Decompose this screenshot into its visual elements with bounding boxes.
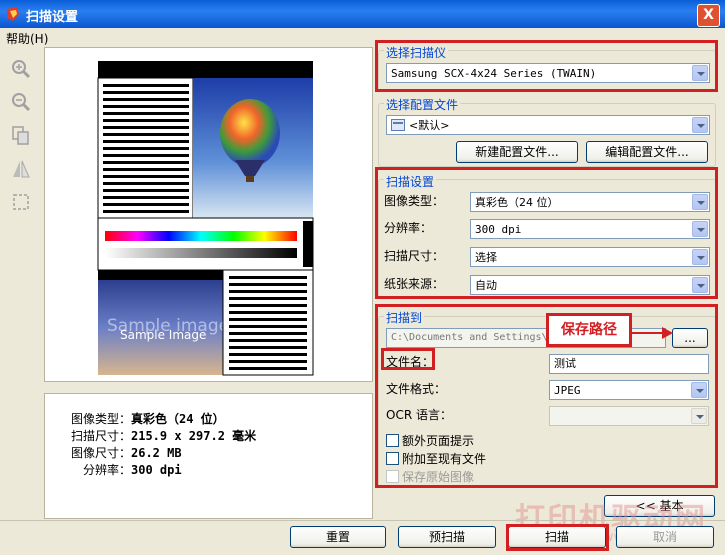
info-row-image-type: 图像类型：真彩色（24 位） xyxy=(45,410,225,427)
info-value: 215.9 x 297.2 毫米 xyxy=(131,429,257,443)
info-row-scan-size: 扫描尺寸：215.9 x 297.2 毫米 xyxy=(45,427,256,444)
profile-select[interactable]: <默认> xyxy=(386,115,710,135)
info-row-image-size: 图像尺寸：26.2 MB xyxy=(45,444,182,461)
reset-button[interactable]: 重置 xyxy=(290,526,386,548)
menu-help[interactable]: 帮助(H) xyxy=(6,30,48,47)
info-value: 300 dpi xyxy=(131,463,182,477)
info-label: 扫描尺寸： xyxy=(70,429,131,443)
window-title: 扫描设置 xyxy=(26,10,79,25)
select-area-icon[interactable] xyxy=(10,191,32,213)
info-value: 26.2 MB xyxy=(131,446,182,460)
scanner-app-icon xyxy=(7,7,19,21)
sample-image-text: Sample Image xyxy=(120,328,206,342)
profile-group-label: 选择配置文件 xyxy=(384,96,461,113)
image-info-panel: 图像类型：真彩色（24 位） 扫描尺寸：215.9 x 297.2 毫米 图像尺… xyxy=(44,393,373,519)
new-profile-button[interactable]: 新建配置文件... xyxy=(456,141,578,163)
highlight-scanner xyxy=(375,40,718,92)
title-bar: 扫描设置 X xyxy=(0,0,725,28)
close-button[interactable]: X xyxy=(697,4,720,27)
bottom-divider xyxy=(0,520,725,521)
chevron-down-icon[interactable] xyxy=(692,117,708,133)
profile-icon xyxy=(391,119,405,131)
highlight-scan-to xyxy=(375,304,718,488)
info-label: 图像类型： xyxy=(70,412,131,426)
info-label: 分辨率： xyxy=(82,463,131,477)
mirror-icon[interactable] xyxy=(10,158,32,180)
highlight-scan-settings xyxy=(375,167,718,299)
cancel-button[interactable]: 取消 xyxy=(616,526,714,548)
fit-page-icon[interactable] xyxy=(10,124,32,146)
preview-pane[interactable]: Sample image Sample Image xyxy=(44,47,373,382)
prescan-button[interactable]: 预扫描 xyxy=(398,526,496,548)
edit-profile-button[interactable]: 编辑配置文件... xyxy=(586,141,708,163)
highlight-scan-button xyxy=(506,524,609,551)
sample-page-image: Sample image Sample Image xyxy=(97,61,314,376)
info-value: 真彩色（24 位） xyxy=(131,412,225,426)
info-row-resolution: 分辨率：300 dpi xyxy=(45,461,182,478)
zoom-in-icon[interactable] xyxy=(10,58,32,80)
profile-select-value: <默认> xyxy=(409,119,450,132)
zoom-out-icon[interactable] xyxy=(10,91,32,113)
info-label: 图像尺寸： xyxy=(70,446,131,460)
